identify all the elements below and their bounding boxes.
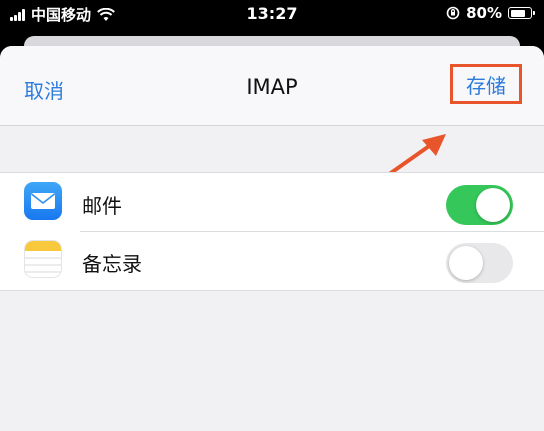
status-right: 80% xyxy=(446,4,535,22)
list-item-notes: 备忘录 xyxy=(0,231,544,289)
save-button-label: 存储 xyxy=(466,73,506,98)
modal-sheet: 取消 IMAP 存储 邮件 备忘录 xyxy=(0,46,544,431)
battery-fill xyxy=(510,9,526,17)
notes-icon xyxy=(24,240,62,278)
mail-icon xyxy=(24,182,62,220)
status-bar: 中国移动 13:27 80% xyxy=(0,0,544,26)
notes-toggle[interactable] xyxy=(446,243,513,283)
mail-label: 邮件 xyxy=(82,194,122,218)
battery-percent: 80% xyxy=(466,4,502,22)
battery-icon xyxy=(508,7,535,19)
nav-bar: 取消 IMAP 存储 xyxy=(0,46,544,126)
list-item-mail: 邮件 xyxy=(0,173,544,232)
toggle-knob xyxy=(476,188,510,222)
mail-toggle[interactable] xyxy=(446,185,513,225)
settings-list: 邮件 备忘录 xyxy=(0,172,544,291)
toggle-knob xyxy=(449,246,483,280)
notes-label: 备忘录 xyxy=(82,252,142,276)
orientation-lock-icon xyxy=(446,6,460,20)
save-button[interactable]: 存储 xyxy=(450,64,522,104)
